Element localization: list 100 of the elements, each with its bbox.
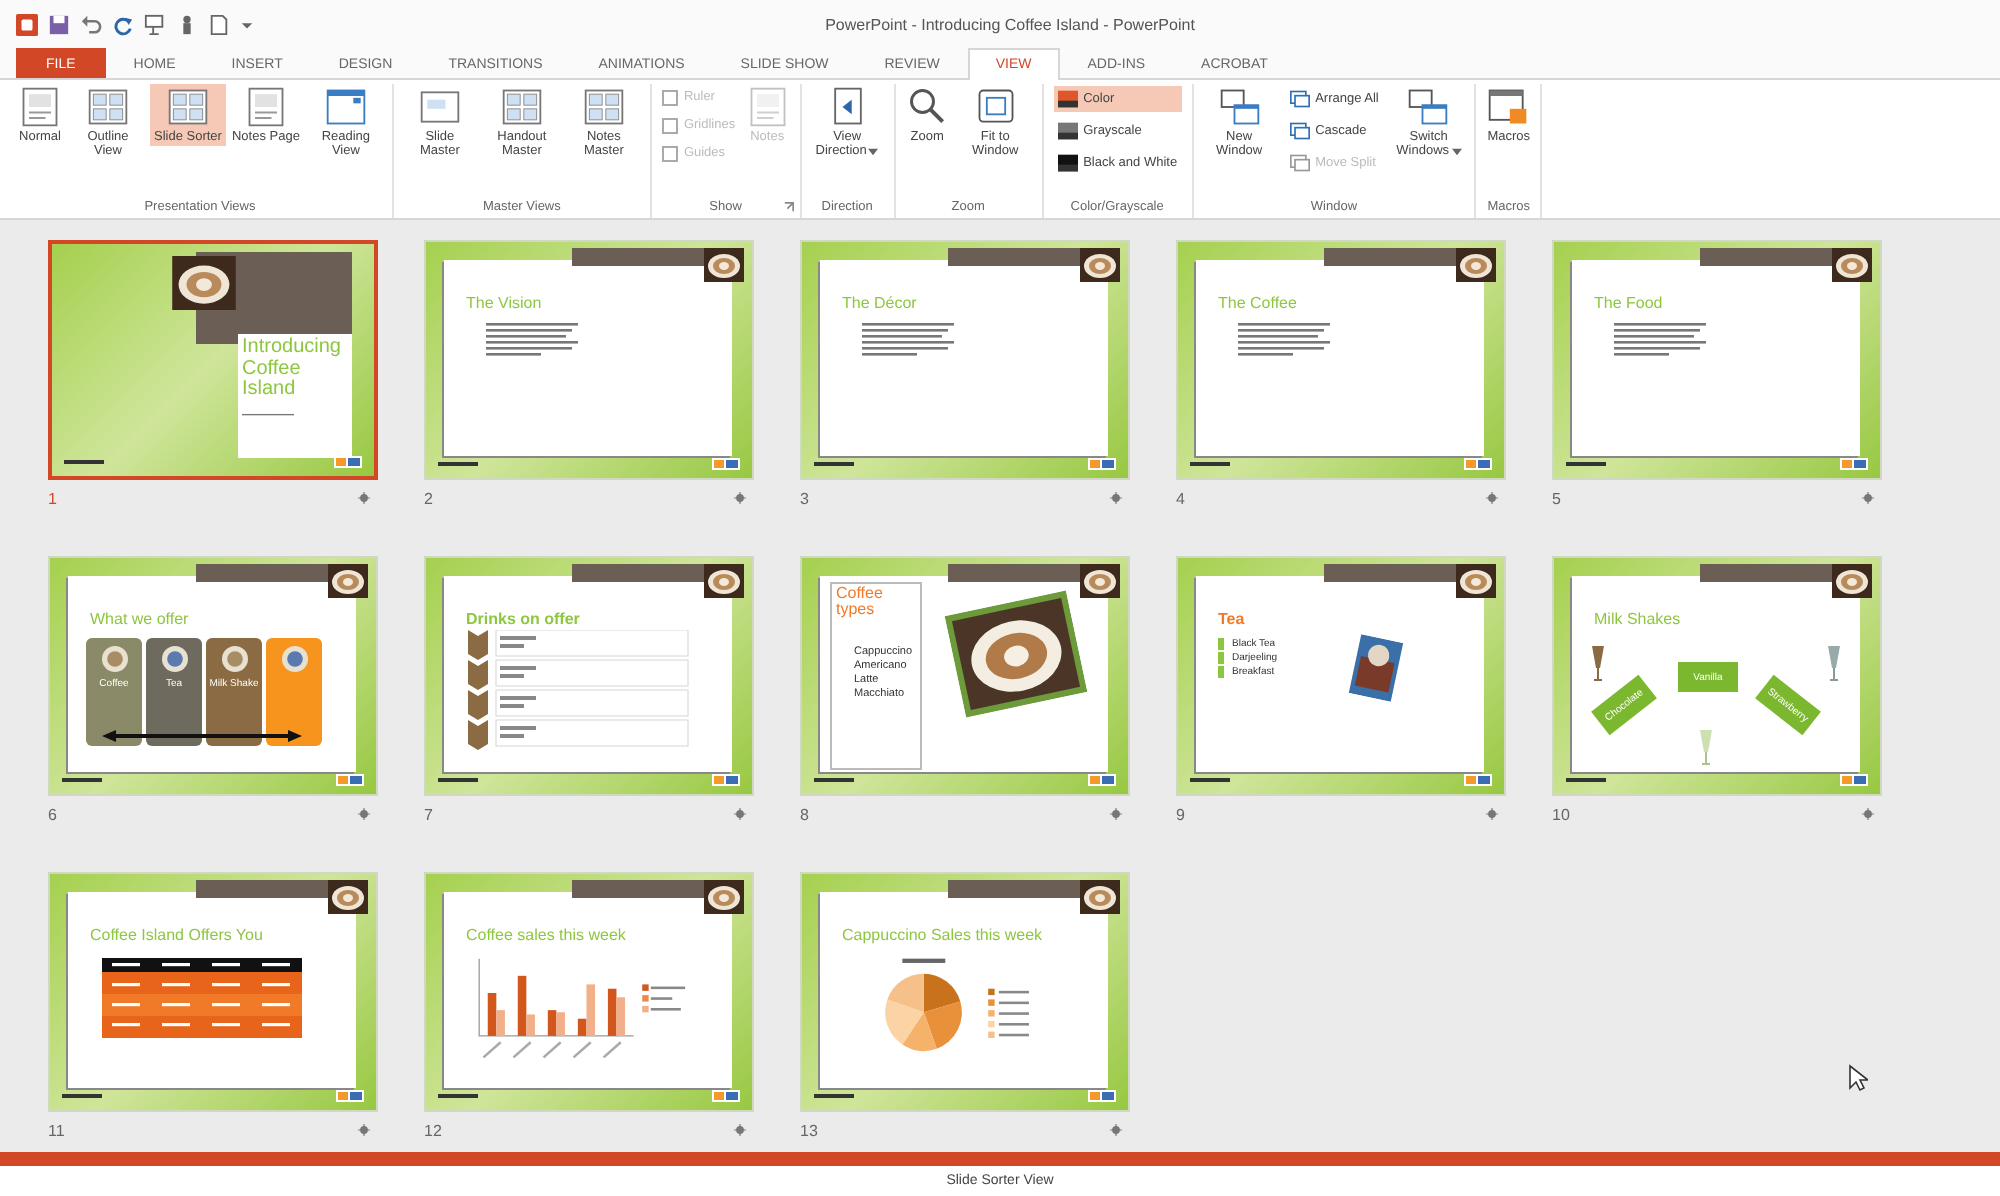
header-bar [1324,248,1456,266]
logo-icon [1088,1090,1116,1102]
transition-icon[interactable] [1110,492,1122,504]
powerpoint-logo-icon [16,13,38,35]
dropdown-icon[interactable] [240,17,254,31]
color-swatch-icon [1057,154,1078,172]
slide-title: Introducing Coffee Island [242,338,343,401]
footer-text-drawing [1566,778,1606,784]
logo-icon [336,1090,364,1102]
logo-icon [1464,458,1492,470]
slide-number: 13 [800,1121,818,1139]
slide-number: 11 [48,1121,65,1139]
footer-text-drawing [814,778,854,784]
header-bar [196,880,328,898]
cursor-icon [1848,1064,1868,1092]
footer-text-drawing [438,1094,478,1100]
slide-number: 6 [48,805,57,823]
window-icon [1289,90,1310,108]
transition-icon[interactable] [1110,808,1122,820]
logo-icon [334,456,362,468]
title-panel [238,334,352,458]
logo-icon [1464,774,1492,786]
slide-title: Coffee sales this week [466,926,626,944]
transition-icon[interactable] [1862,492,1874,504]
slide-layout-icon [745,86,790,128]
slide-number: 5 [1552,489,1561,507]
slide-title: Tea [1218,610,1245,628]
slide-title: The Food [1594,294,1663,312]
milkshake-glass-icon [1590,642,1606,682]
footer-text-drawing [814,462,854,468]
slide-layout-icon [165,86,210,128]
slide-number: 8 [800,805,809,823]
transition-icon[interactable] [1110,1124,1122,1136]
windows-icon [1406,86,1451,128]
footer-text-drawing [64,460,104,466]
slide-layout-icon [499,86,544,128]
footer-text-drawing [814,1094,854,1100]
logo-icon [712,1090,740,1102]
transition-icon[interactable] [358,492,370,504]
slide-layout-icon [86,86,130,128]
header-bar [572,248,704,266]
header-bar [1700,564,1832,582]
slide-number: 2 [424,489,433,507]
undo-icon[interactable] [80,13,102,35]
window-icon [1289,122,1310,140]
presenter-icon[interactable] [144,13,166,35]
header-bar [948,880,1080,898]
header-bar [572,564,704,582]
slide-layout-icon [18,86,62,128]
window-title: PowerPoint - Introducing Coffee Island - PowerPoint [823,15,1197,33]
slide-number: 1 [48,489,57,507]
slide-title: The Décor [842,294,917,312]
slide-layout-icon [243,86,288,128]
slide-title: Milk Shakes [1594,610,1681,628]
slide-number: 10 [1552,805,1570,823]
milkshake-glass-icon [1698,726,1714,766]
footer-text-drawing [438,778,478,784]
color-swatch-icon [1057,90,1078,108]
footer-text-drawing [62,1094,102,1100]
header-bar [196,564,328,582]
transition-icon[interactable] [734,1124,746,1136]
footer-text-drawing [1190,778,1230,784]
slide-number: 4 [1176,489,1185,507]
logo-icon [1840,458,1868,470]
macro-icon [1486,86,1531,128]
transition-icon[interactable] [734,492,746,504]
logo-icon [712,774,740,786]
windows-icon [1217,86,1262,128]
slide-number: 7 [424,805,433,823]
transition-icon[interactable] [1486,492,1498,504]
slide-title: The Coffee [1218,294,1297,312]
milkshake-glass-icon [1826,642,1842,682]
dialog-launcher-icon[interactable] [783,202,794,212]
transition-icon[interactable] [358,1124,370,1136]
slide-layout-icon [581,86,626,128]
window-icon [1289,154,1310,172]
header-bar [948,564,1080,582]
header-bar [1324,564,1456,582]
transition-icon[interactable] [1862,808,1874,820]
redo-icon[interactable] [112,13,134,35]
slide-number: 9 [1176,805,1185,823]
slide-title: Cappuccino Sales this week [842,926,1043,944]
transition-icon[interactable] [734,808,746,820]
header-bar [948,248,1080,266]
logo-icon [1088,458,1116,470]
transition-icon[interactable] [358,808,370,820]
fit-window-icon [973,86,1018,128]
new-file-icon[interactable] [208,13,230,35]
transition-icon[interactable] [1486,808,1498,820]
save-icon[interactable] [48,13,70,35]
logo-icon [712,458,740,470]
slide-title: Drinks on offer [466,610,580,628]
body-text-drawing [242,412,294,418]
footer-text-drawing [1190,462,1230,468]
logo-icon [1840,774,1868,786]
slide-title: Coffee Island Offers You [90,926,263,944]
slide-layout-icon [323,86,368,128]
footer-text-drawing [1566,462,1606,468]
magnifier-icon [905,86,950,128]
slide-title: What we offer [90,610,189,628]
